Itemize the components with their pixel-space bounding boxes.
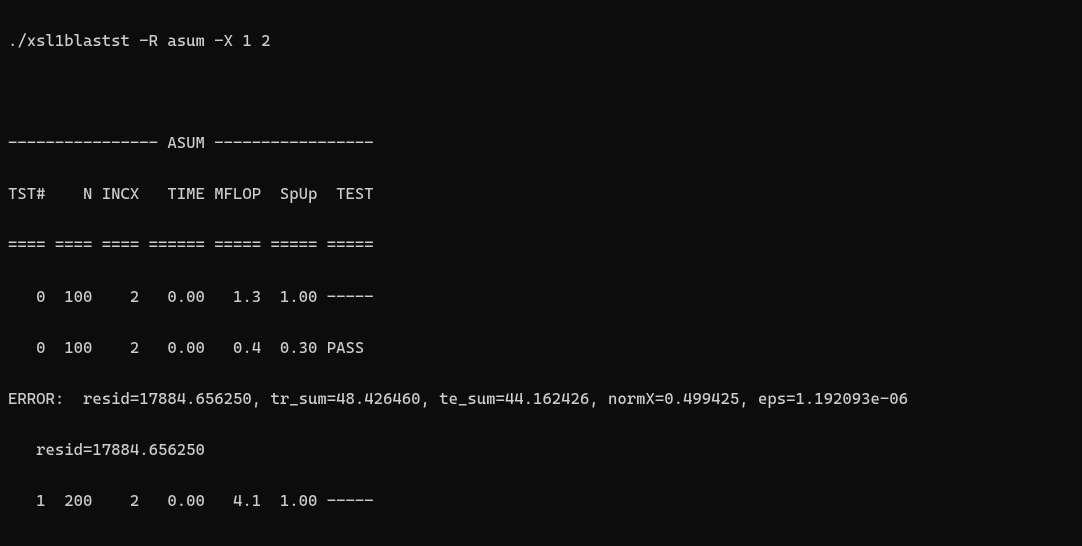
result-row: 0 100 2 0.00 0.4 0.30 PASS	[8, 335, 1074, 361]
error-cont: resid=17884.656250	[8, 437, 1074, 463]
column-rule: ==== ==== ==== ====== ===== ===== =====	[8, 232, 1074, 258]
command-line: ./xsl1blastst -R asum -X 1 2	[8, 28, 1074, 54]
error-line: ERROR: resid=17884.656250, tr_sum=48.426…	[8, 386, 1074, 412]
terminal-output: ./xsl1blastst -R asum -X 1 2 -----------…	[0, 0, 1082, 546]
result-row: 1 200 2 0.00 0.8 0.19 FAIL	[8, 539, 1074, 546]
result-row: 1 200 2 0.00 4.1 1.00 -----	[8, 488, 1074, 514]
section-rule: ---------------- ASUM -----------------	[8, 130, 1074, 156]
column-headers: TST# N INCX TIME MFLOP SpUp TEST	[8, 181, 1074, 207]
result-row: 0 100 2 0.00 1.3 1.00 -----	[8, 284, 1074, 310]
